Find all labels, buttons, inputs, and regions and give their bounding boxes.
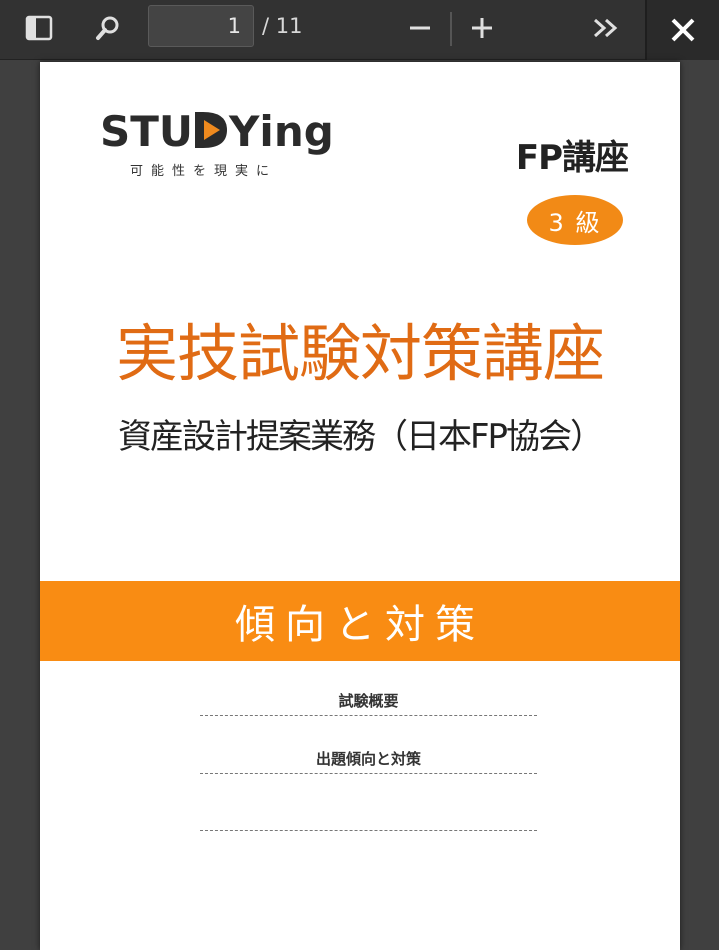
play-icon bbox=[195, 112, 228, 148]
logo-wordmark: STU Ying bbox=[100, 106, 334, 158]
toc-divider bbox=[200, 773, 537, 774]
sidebar-toggle-button[interactable] bbox=[17, 8, 61, 48]
sub-title: 資産設計提案業務（日本FP協会） bbox=[117, 417, 604, 457]
section-banner: 傾向と対策 bbox=[40, 581, 680, 661]
toc-divider bbox=[200, 715, 537, 716]
pdf-viewer: 1 / 11 STU Ying 可能性を現実に FP講座 3 級 実技試験対策講… bbox=[0, 0, 719, 950]
toc-item-exam-overview: 試験概要 bbox=[338, 692, 399, 710]
zoom-in-button[interactable] bbox=[460, 8, 504, 48]
logo-text-right: Ying bbox=[229, 107, 334, 156]
toolbar-divider bbox=[450, 12, 452, 46]
plus-icon bbox=[472, 18, 492, 38]
main-title: 実技試験対策講座 bbox=[115, 317, 605, 390]
double-chevron-right-icon bbox=[594, 18, 618, 38]
logo-tagline: 可能性を現実に bbox=[130, 164, 278, 179]
more-tools-button[interactable] bbox=[585, 8, 629, 48]
course-title: FP講座 bbox=[515, 138, 629, 178]
toc-divider bbox=[200, 830, 537, 831]
search-button[interactable] bbox=[86, 8, 130, 48]
minus-icon bbox=[410, 26, 430, 30]
studying-logo: STU Ying 可能性を現実に bbox=[100, 106, 350, 186]
document-page: STU Ying 可能性を現実に FP講座 3 級 実技試験対策講座 資産設計提… bbox=[40, 62, 680, 950]
sidebar-toggle-icon bbox=[25, 15, 53, 41]
viewer-toolbar: 1 / 11 bbox=[0, 0, 719, 60]
close-button[interactable] bbox=[645, 0, 719, 60]
logo-text-left: STU bbox=[100, 107, 194, 156]
close-icon bbox=[671, 18, 695, 42]
section-banner-text: 傾向と対策 bbox=[235, 602, 485, 648]
search-icon bbox=[96, 16, 119, 40]
grade-badge: 3 級 bbox=[527, 195, 623, 245]
page-number-input[interactable]: 1 bbox=[148, 5, 254, 47]
toc-item-trends: 出題傾向と対策 bbox=[315, 750, 421, 768]
zoom-out-button[interactable] bbox=[398, 8, 442, 48]
page-total-label: / 11 bbox=[262, 14, 303, 38]
